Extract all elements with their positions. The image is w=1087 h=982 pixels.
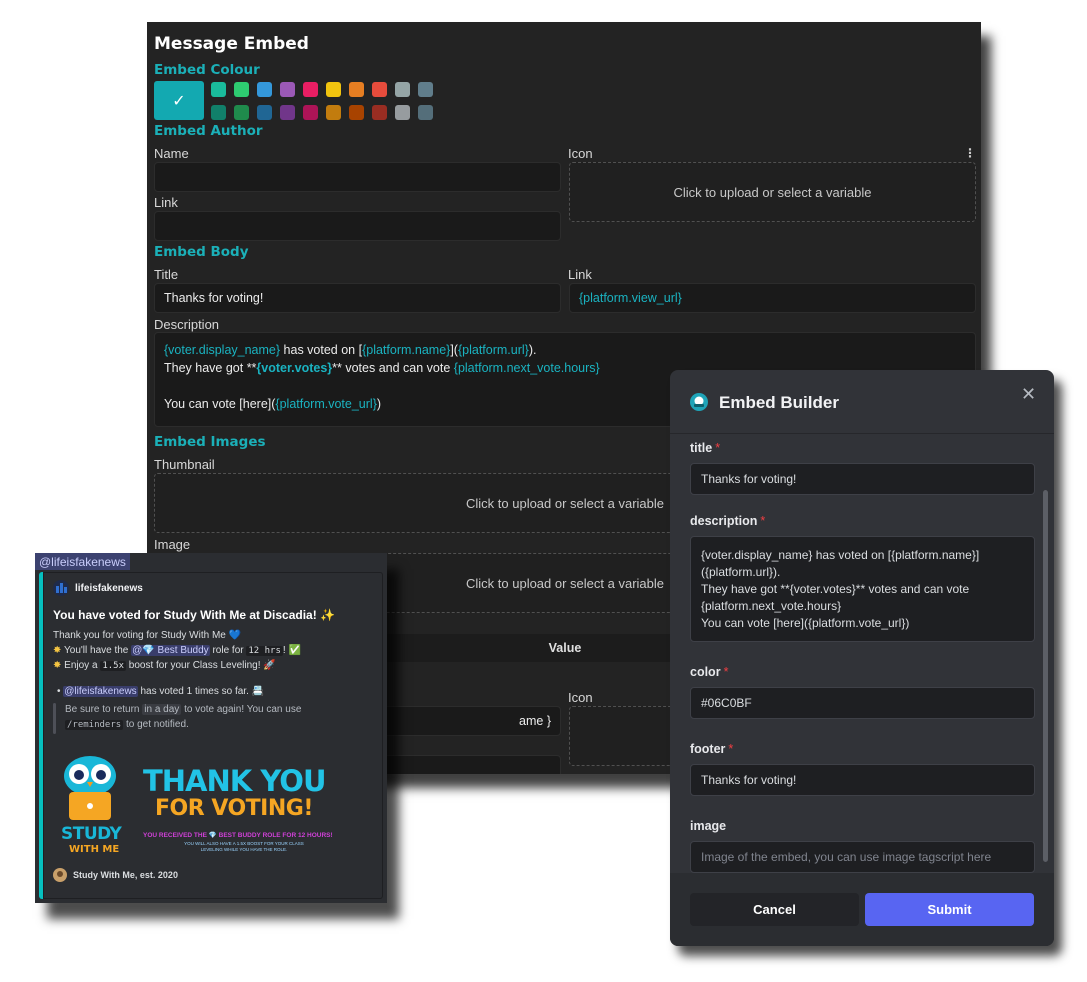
colour-swatch[interactable] [234, 82, 249, 97]
color-input-value: #06C0BF [701, 696, 752, 710]
upload-hint: Click to upload or select a variable [466, 575, 664, 591]
footer-label: footer * [690, 742, 734, 756]
bot-logo-icon [690, 393, 708, 411]
thumbnail-label: Thumbnail [154, 457, 215, 472]
title-input-value: Thanks for voting! [701, 472, 797, 486]
description-line-1: {voter.display_name} has voted on [{plat… [164, 343, 537, 357]
author-link-input[interactable] [154, 211, 561, 241]
colour-swatch[interactable] [418, 105, 433, 120]
modal-footer: Cancel Submit [670, 873, 1054, 946]
colour-swatch[interactable] [280, 82, 295, 97]
upload-hint: Click to upload or select a variable [466, 495, 664, 511]
image-input-placeholder: Image of the embed, you can use image ta… [701, 850, 992, 864]
more-options-icon[interactable]: ⋮ [964, 146, 976, 160]
author-icon-dropzone[interactable]: Click to upload or select a variable [569, 162, 976, 222]
modal-header: Embed Builder ✕ [670, 370, 1054, 434]
colour-swatch[interactable] [372, 105, 387, 120]
embed-thanks-line: Thank you for voting for Study With Me 💙 [53, 630, 242, 641]
mention-tag: @lifeisfakenews [35, 553, 130, 570]
title-input[interactable]: Thanks for voting! [690, 463, 1035, 495]
title-label: title * [690, 441, 721, 455]
modal-title: Embed Builder [719, 393, 839, 412]
embed-author-name: lifeisfakenews [75, 583, 143, 594]
embed-banner-image: STUDY WITH ME THANK YOU FOR VOTING! YOU … [51, 750, 371, 862]
modal-scrollbar-thumb[interactable] [1043, 490, 1048, 862]
embed-author-heading: Embed Author [154, 123, 263, 139]
author-name-label: Name [154, 146, 189, 161]
body-link-value: {platform.view_url} [579, 291, 682, 305]
author-icon-label: Icon [568, 146, 593, 161]
blockquote-line-1: Be sure to return in a day to vote again… [65, 704, 302, 715]
footer-icon-label: Icon [568, 690, 593, 705]
colour-swatch[interactable] [257, 105, 272, 120]
discord-embed-preview: @lifeisfakenews lifeisfakenews You have … [35, 553, 387, 903]
footer-avatar-icon [53, 868, 67, 882]
description-label: description * [690, 514, 766, 528]
modal-scrollbar-track[interactable] [1043, 490, 1048, 862]
colour-swatch[interactable] [349, 82, 364, 97]
embed-builder-modal: Embed Builder ✕ title * Thanks for voting… [670, 370, 1054, 946]
value-column-header: Value [548, 641, 582, 655]
banner-finetext: YOU WILL ALSO HAVE A 1.5X BOOST FOR YOUR… [184, 841, 304, 852]
color-label: color * [690, 665, 729, 679]
colour-swatch[interactable] [303, 105, 318, 120]
image-label: Image [154, 537, 191, 552]
banner-heading-1: THANK YOU [143, 764, 327, 798]
colour-swatch[interactable] [211, 82, 226, 97]
body-link-input[interactable]: {platform.view_url} [569, 283, 976, 313]
banner-subtext: YOU RECEIVED THE 💎 BEST BUDDY ROLE FOR 1… [143, 832, 333, 839]
footer-text-value: ame } [519, 714, 551, 728]
banner-heading-2: FOR VOTING! [155, 796, 313, 821]
embed-images-heading: Embed Images [154, 434, 266, 450]
colour-swatch[interactable] [280, 105, 295, 120]
embed-role-line: ✸ You'll have the @💎 Best Buddy role for… [53, 645, 301, 656]
body-title-label: Title [154, 267, 179, 282]
selected-colour-swatch[interactable]: ✓ [154, 81, 204, 120]
editor-title: Message Embed [154, 34, 309, 54]
author-avatar-icon [53, 580, 69, 596]
colour-swatch[interactable] [326, 82, 341, 97]
embed-boost-line: ✸ Enjoy a 1.5x boost for your Class Leve… [53, 660, 276, 671]
embed-votes-bullet: • @lifeisfakenews has voted 1 times so f… [57, 686, 265, 697]
footer-input[interactable]: Thanks for voting! [690, 764, 1035, 796]
embed-footer-text: Study With Me, est. 2020 [73, 870, 178, 880]
body-link-label: Link [568, 267, 592, 282]
colour-swatch[interactable] [349, 105, 364, 120]
description-label: Description [154, 317, 220, 332]
colour-swatch[interactable] [211, 105, 226, 120]
colour-swatch[interactable] [418, 82, 433, 97]
colour-swatch[interactable] [372, 82, 387, 97]
embed-body-heading: Embed Body [154, 244, 249, 260]
color-input[interactable]: #06C0BF [690, 687, 1035, 719]
embed-card: lifeisfakenews You have voted for Study … [39, 572, 383, 899]
body-title-value: Thanks for voting! [164, 291, 264, 305]
with-me-logo-text: WITH ME [69, 844, 120, 855]
colour-swatch[interactable] [395, 105, 410, 120]
image-input[interactable]: Image of the embed, you can use image ta… [690, 841, 1035, 873]
submit-button[interactable]: Submit [865, 893, 1034, 926]
blockquote-line-2: /reminders to get notified. [65, 719, 189, 730]
body-title-input[interactable]: Thanks for voting! [154, 283, 561, 313]
study-logo-text: STUDY [61, 824, 122, 844]
blockquote-bar [53, 703, 56, 734]
embed-colour-heading: Embed Colour [154, 62, 260, 78]
colour-swatch[interactable] [395, 82, 410, 97]
colour-swatch[interactable] [303, 82, 318, 97]
embed-title: You have voted for Study With Me at Disc… [53, 608, 335, 622]
footer-input-value: Thanks for voting! [701, 773, 797, 787]
sparkle-icon: ✸ [53, 660, 62, 671]
description-textarea[interactable]: {voter.display_name} has voted on [{plat… [690, 536, 1035, 642]
owl-mascot-icon [64, 756, 116, 820]
check-icon: ✓ [172, 92, 186, 110]
cancel-button[interactable]: Cancel [690, 893, 859, 926]
colour-swatch[interactable] [326, 105, 341, 120]
colour-swatch[interactable] [234, 105, 249, 120]
close-icon[interactable]: ✕ [1021, 384, 1036, 405]
colour-swatch[interactable] [257, 82, 272, 97]
author-name-input[interactable] [154, 162, 561, 192]
upload-hint: Click to upload or select a variable [673, 184, 872, 200]
image-label: image [690, 819, 727, 833]
author-link-label: Link [154, 195, 178, 210]
sparkle-icon: ✸ [53, 645, 62, 656]
